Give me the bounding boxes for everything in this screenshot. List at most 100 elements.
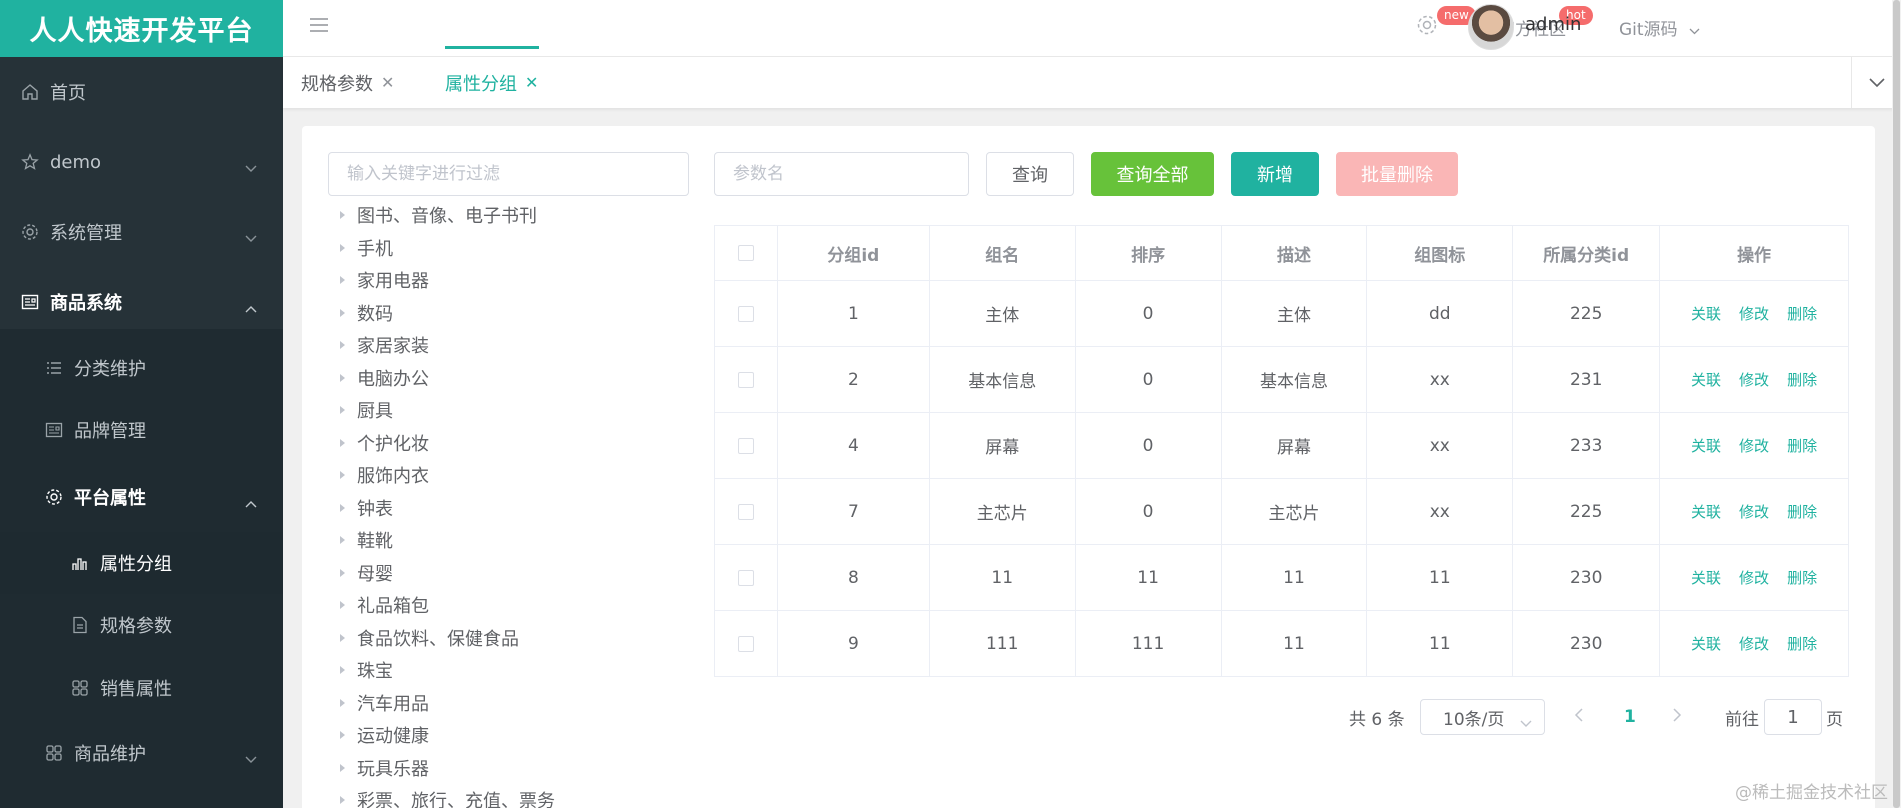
delete-link[interactable]: 删除 (1787, 305, 1817, 323)
tree-node[interactable]: 服饰内衣 (328, 459, 689, 492)
sidebar-item-platform-attr[interactable]: 平台属性 (0, 466, 283, 528)
caret-right-icon[interactable] (340, 796, 345, 805)
brand-logo[interactable]: 人人快速开发平台 (0, 0, 283, 57)
relate-link[interactable]: 关联 (1691, 371, 1721, 389)
caret-right-icon[interactable] (340, 243, 345, 252)
relate-link[interactable]: 关联 (1691, 569, 1721, 587)
row-checkbox[interactable] (737, 635, 754, 652)
column-header[interactable]: 组名 (928, 225, 1076, 281)
sidebar-item-demo[interactable]: demo (0, 131, 283, 193)
row-checkbox[interactable] (737, 371, 754, 388)
caret-right-icon[interactable] (340, 438, 345, 447)
caret-right-icon[interactable] (340, 763, 345, 772)
menu-toggle-icon[interactable] (309, 16, 329, 39)
query-all-button[interactable]: 查询全部 (1091, 152, 1214, 196)
tree-node[interactable]: 钟表 (328, 492, 689, 525)
page-number-current[interactable]: 1 (1624, 707, 1636, 727)
page-scrollbar[interactable] (1893, 0, 1900, 808)
tree-node[interactable]: 食品饮料、保健食品 (328, 622, 689, 655)
git-source-menu[interactable]: Git源码 (1619, 15, 1700, 40)
tree-node[interactable]: 玩具乐器 (328, 752, 689, 785)
query-button[interactable]: 查询 (986, 152, 1074, 196)
sidebar-item-sale-attr[interactable]: 销售属性 (0, 657, 283, 719)
page-size-select[interactable]: 10条/页 (1420, 699, 1545, 735)
batch-delete-button[interactable]: 批量删除 (1336, 152, 1458, 196)
goto-page-input[interactable] (1764, 699, 1822, 735)
caret-right-icon[interactable] (340, 536, 345, 545)
row-checkbox[interactable] (737, 569, 754, 586)
sidebar-item-product-maintain[interactable]: 商品维护 (0, 722, 283, 784)
tree-node[interactable]: 数码 (328, 297, 689, 330)
tree-node[interactable]: 珠宝 (328, 654, 689, 687)
relate-link[interactable]: 关联 (1691, 503, 1721, 521)
tab-spec-params[interactable]: 规格参数 ✕ (301, 70, 394, 95)
sidebar-item-home[interactable]: 首页 (0, 61, 283, 123)
close-icon[interactable]: ✕ (525, 73, 538, 92)
sidebar-item-category[interactable]: 分类维护 (0, 337, 283, 399)
row-checkbox[interactable] (737, 437, 754, 454)
relate-link[interactable]: 关联 (1691, 635, 1721, 653)
column-header[interactable]: 排序 (1074, 225, 1222, 281)
row-checkbox[interactable] (737, 503, 754, 520)
delete-link[interactable]: 删除 (1787, 503, 1817, 521)
tree-node[interactable]: 运动健康 (328, 719, 689, 752)
param-name-input[interactable] (714, 152, 969, 196)
relate-link[interactable]: 关联 (1691, 305, 1721, 323)
delete-link[interactable]: 删除 (1787, 371, 1817, 389)
delete-link[interactable]: 删除 (1787, 437, 1817, 455)
tree-node[interactable]: 家居家装 (328, 329, 689, 362)
tree-filter-input[interactable] (328, 152, 689, 196)
caret-right-icon[interactable] (340, 633, 345, 642)
sidebar-item-product-system[interactable]: 商品系统 (0, 271, 283, 333)
caret-right-icon[interactable] (340, 601, 345, 610)
next-page-icon[interactable] (1672, 707, 1682, 727)
caret-right-icon[interactable] (340, 731, 345, 740)
caret-right-icon[interactable] (340, 406, 345, 415)
row-checkbox[interactable] (737, 305, 754, 322)
tree-node[interactable]: 彩票、旅行、充值、票务 (328, 784, 689, 808)
prev-page-icon[interactable] (1574, 707, 1584, 727)
column-header[interactable]: 分组id (776, 225, 930, 281)
caret-right-icon[interactable] (340, 698, 345, 707)
edit-link[interactable]: 修改 (1739, 437, 1769, 455)
tree-node[interactable]: 家用电器 (328, 264, 689, 297)
tree-node[interactable]: 汽车用品 (328, 687, 689, 720)
edit-link[interactable]: 修改 (1739, 503, 1769, 521)
delete-link[interactable]: 删除 (1787, 635, 1817, 653)
settings-gear-icon[interactable] (1416, 14, 1438, 41)
avatar[interactable] (1468, 4, 1514, 50)
caret-right-icon[interactable] (340, 211, 345, 220)
tree-node[interactable]: 母婴 (328, 557, 689, 590)
caret-right-icon[interactable] (340, 568, 345, 577)
edit-link[interactable]: 修改 (1739, 635, 1769, 653)
sidebar-item-spec-params[interactable]: 规格参数 (0, 594, 283, 656)
select-all-checkbox[interactable] (737, 245, 754, 261)
edit-link[interactable]: 修改 (1739, 305, 1769, 323)
caret-right-icon[interactable] (340, 373, 345, 382)
tree-node[interactable]: 鞋靴 (328, 524, 689, 557)
sidebar-item-system[interactable]: 系统管理 (0, 201, 283, 263)
tree-node[interactable]: 手机 (328, 232, 689, 265)
tree-node[interactable]: 电脑办公 (328, 362, 689, 395)
tree-node[interactable]: 厨具 (328, 394, 689, 427)
tree-node[interactable]: 礼品箱包 (328, 589, 689, 622)
column-header[interactable]: 描述 (1220, 225, 1368, 281)
caret-right-icon[interactable] (340, 341, 345, 350)
column-header[interactable]: 所属分类id (1512, 225, 1661, 281)
column-header[interactable]: 组图标 (1366, 225, 1514, 281)
tree-node[interactable]: 图书、音像、电子书刊 (328, 199, 689, 232)
caret-right-icon[interactable] (340, 471, 345, 480)
edit-link[interactable]: 修改 (1739, 569, 1769, 587)
add-button[interactable]: 新增 (1231, 152, 1319, 196)
caret-right-icon[interactable] (340, 666, 345, 675)
edit-link[interactable]: 修改 (1739, 371, 1769, 389)
tree-node[interactable]: 个护化妆 (328, 427, 689, 460)
delete-link[interactable]: 删除 (1787, 569, 1817, 587)
caret-right-icon[interactable] (340, 308, 345, 317)
sidebar-item-brand[interactable]: 品牌管理 (0, 399, 283, 461)
tab-attr-group[interactable]: 属性分组 ✕ (445, 70, 538, 95)
username[interactable]: admin (1525, 14, 1581, 35)
caret-right-icon[interactable] (340, 276, 345, 285)
sidebar-item-attr-group[interactable]: 属性分组 (0, 532, 283, 594)
close-icon[interactable]: ✕ (381, 73, 394, 92)
